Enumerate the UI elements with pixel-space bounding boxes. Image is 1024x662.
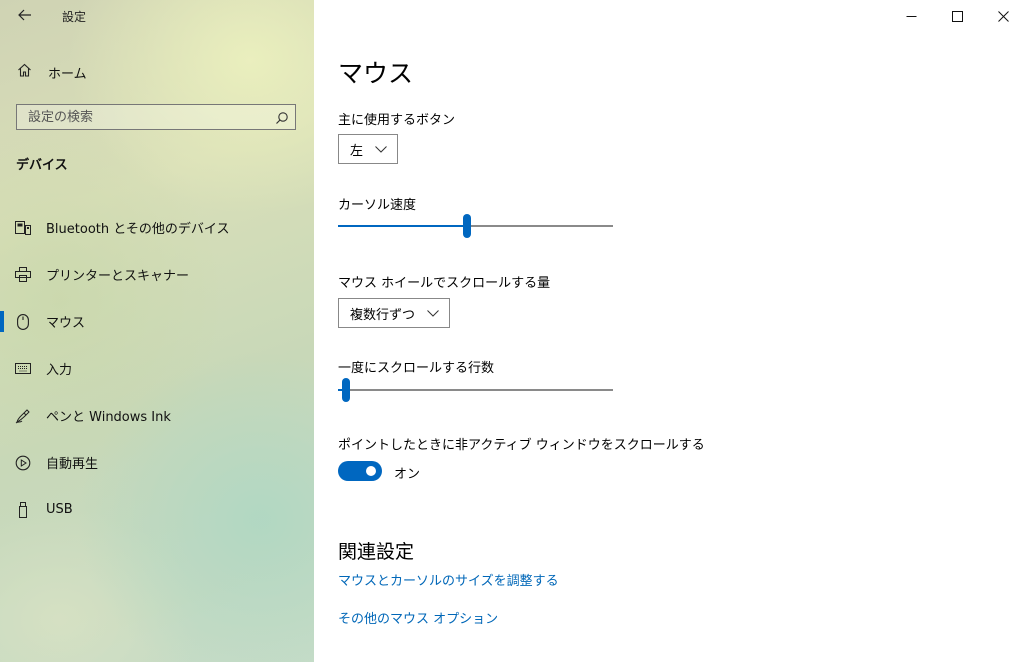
autoplay-icon — [14, 455, 32, 471]
sidebar-item-label: 入力 — [46, 363, 73, 378]
toggle-knob — [366, 466, 376, 476]
close-icon — [997, 10, 1009, 22]
mouse-icon — [14, 313, 32, 330]
sidebar-item-home[interactable]: ホーム — [0, 58, 314, 86]
link-additional-mouse-options[interactable]: その他のマウス オプション — [338, 608, 498, 627]
back-arrow-icon[interactable] — [14, 6, 36, 26]
sidebar: 設定 ホーム デバイス Bluetooth とその他のデバイス プリンターとスキ… — [0, 0, 314, 662]
sidebar-item-mouse[interactable]: マウス — [0, 298, 314, 345]
sidebar-item-label: プリンターとスキャナー — [46, 269, 190, 284]
sidebar-item-label: USB — [46, 502, 73, 517]
scroll-amount-label: マウス ホイールでスクロールする量 — [338, 276, 551, 291]
search-icon[interactable] — [275, 110, 289, 124]
usb-icon — [14, 501, 32, 518]
slider-thumb[interactable] — [342, 378, 351, 402]
printer-icon — [14, 267, 32, 282]
inactive-scroll-label: ポイントしたときに非アクティブ ウィンドウをスクロールする — [338, 438, 705, 453]
page-title: マウス — [338, 59, 414, 88]
pen-icon — [14, 408, 32, 424]
toggle-state-label: オン — [394, 467, 421, 482]
link-mouse-cursor-size[interactable]: マウスとカーソルのサイズを調整する — [338, 570, 559, 589]
home-label: ホーム — [48, 66, 87, 82]
sidebar-item-pen[interactable]: ペンと Windows Ink — [0, 392, 314, 439]
scroll-amount-dropdown[interactable]: 複数行ずつ — [338, 298, 451, 328]
related-settings-title: 関連設定 — [338, 541, 415, 563]
home-icon — [16, 63, 32, 81]
slider-track — [338, 389, 613, 391]
sidebar-item-label: Bluetooth とその他のデバイス — [46, 222, 230, 237]
sidebar-item-bluetooth[interactable]: Bluetooth とその他のデバイス — [0, 204, 314, 251]
main-content: マウス 主に使用するボタン 左 カーソル速度 マウス ホイールでスクロールする量… — [314, 0, 1024, 662]
keyboard-icon — [14, 363, 32, 374]
close-button[interactable] — [980, 0, 1024, 32]
inactive-scroll-toggle[interactable] — [338, 461, 382, 481]
minimize-icon — [906, 15, 916, 17]
sidebar-item-printers[interactable]: プリンターとスキャナー — [0, 251, 314, 298]
slider-thumb[interactable] — [463, 214, 472, 238]
slider-fill — [338, 225, 468, 227]
sidebar-item-usb[interactable]: USB — [0, 486, 314, 533]
scroll-lines-label: 一度にスクロールする行数 — [338, 361, 495, 376]
sidebar-item-label: ペンと Windows Ink — [46, 410, 171, 425]
primary-button-label: 主に使用するボタン — [338, 113, 456, 128]
cursor-speed-label: カーソル速度 — [338, 198, 417, 213]
primary-button-value: 左 — [350, 143, 364, 159]
minimize-button[interactable] — [888, 0, 934, 32]
chevron-down-icon — [375, 145, 387, 153]
sidebar-item-label: 自動再生 — [46, 457, 99, 472]
search-input[interactable] — [26, 108, 260, 126]
chevron-down-icon — [427, 309, 439, 317]
maximize-icon — [951, 10, 963, 22]
primary-button-dropdown[interactable]: 左 — [338, 134, 399, 164]
app-title: 設定 — [62, 10, 87, 24]
sidebar-nav: Bluetooth とその他のデバイス プリンターとスキャナー マウス 入力 ペ… — [0, 204, 314, 533]
sidebar-item-label: マウス — [46, 316, 86, 331]
scroll-amount-value: 複数行ずつ — [350, 307, 416, 323]
search-box[interactable] — [16, 104, 296, 130]
sidebar-item-autoplay[interactable]: 自動再生 — [0, 439, 314, 486]
bluetooth-devices-icon — [14, 220, 32, 235]
section-title: デバイス — [16, 158, 68, 173]
sidebar-item-typing[interactable]: 入力 — [0, 345, 314, 392]
maximize-button[interactable] — [934, 0, 980, 32]
scroll-lines-slider[interactable] — [338, 378, 613, 402]
cursor-speed-slider[interactable] — [338, 214, 613, 238]
